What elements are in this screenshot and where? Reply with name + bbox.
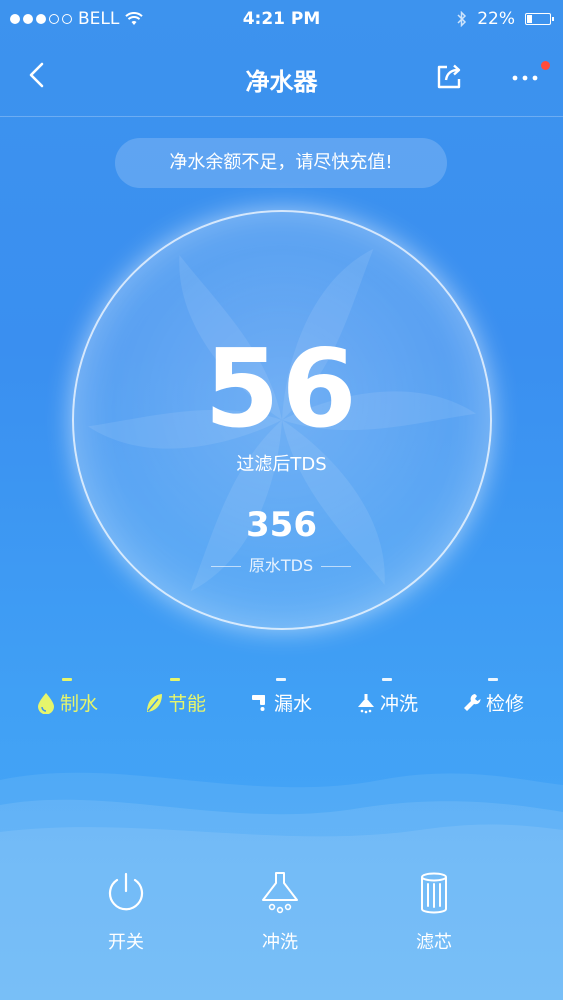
status-energy-saving: 节能 xyxy=(125,678,225,719)
status-bar: BELL 4:21 PM 22% xyxy=(0,0,563,40)
status-repair: 检修 xyxy=(443,678,543,719)
raw-tds-label-row: 原水TDS xyxy=(200,552,362,576)
status-label: 检修 xyxy=(485,693,524,715)
status-tick xyxy=(382,678,392,681)
faucet-icon xyxy=(251,694,265,711)
flush-icon xyxy=(262,872,298,914)
leaf-icon xyxy=(146,693,162,712)
status-right: 22% xyxy=(457,9,554,29)
status-tick xyxy=(62,678,72,681)
divider-line xyxy=(321,566,352,567)
battery-percent: 22% xyxy=(477,9,515,29)
filtered-tds-label: 过滤后TDS xyxy=(236,454,327,475)
divider-line xyxy=(210,566,241,567)
bluetooth-icon xyxy=(457,11,467,27)
status-label: 漏水 xyxy=(273,693,312,715)
recharge-banner[interactable]: 净水余额不足，请尽快充值! xyxy=(115,138,447,188)
filter-button[interactable]: 滤芯 xyxy=(374,870,494,954)
navigation-bar: 净水器 xyxy=(0,40,563,117)
status-leak: 漏水 xyxy=(231,678,331,719)
power-label: 开关 xyxy=(108,932,144,953)
filter-label: 滤芯 xyxy=(416,932,452,953)
status-label: 节能 xyxy=(167,693,206,715)
more-icon[interactable] xyxy=(510,62,540,92)
status-flush: 冲洗 xyxy=(337,678,437,719)
status-tick xyxy=(170,678,180,681)
wrench-icon xyxy=(463,693,481,711)
filter-cartridge-icon xyxy=(421,872,447,914)
battery-icon xyxy=(525,13,554,25)
page-title: 净水器 xyxy=(245,68,318,96)
flush-label: 冲洗 xyxy=(262,932,298,953)
power-icon xyxy=(108,872,144,911)
status-label: 冲洗 xyxy=(379,693,418,715)
status-water-making: 制水 xyxy=(17,678,117,719)
share-icon[interactable] xyxy=(434,62,464,92)
status-label: 制水 xyxy=(59,693,98,715)
power-button[interactable]: 开关 xyxy=(66,870,186,954)
status-tick xyxy=(488,678,498,681)
filtered-tds-value: 56 xyxy=(204,327,359,452)
water-drop-icon xyxy=(37,692,54,714)
status-tick xyxy=(276,678,286,681)
notification-dot xyxy=(541,61,550,70)
flush-button[interactable]: 冲洗 xyxy=(220,870,340,954)
raw-tds-value: 356 xyxy=(246,505,317,545)
raw-tds-label: 原水TDS xyxy=(248,556,314,575)
shower-icon xyxy=(357,693,374,713)
